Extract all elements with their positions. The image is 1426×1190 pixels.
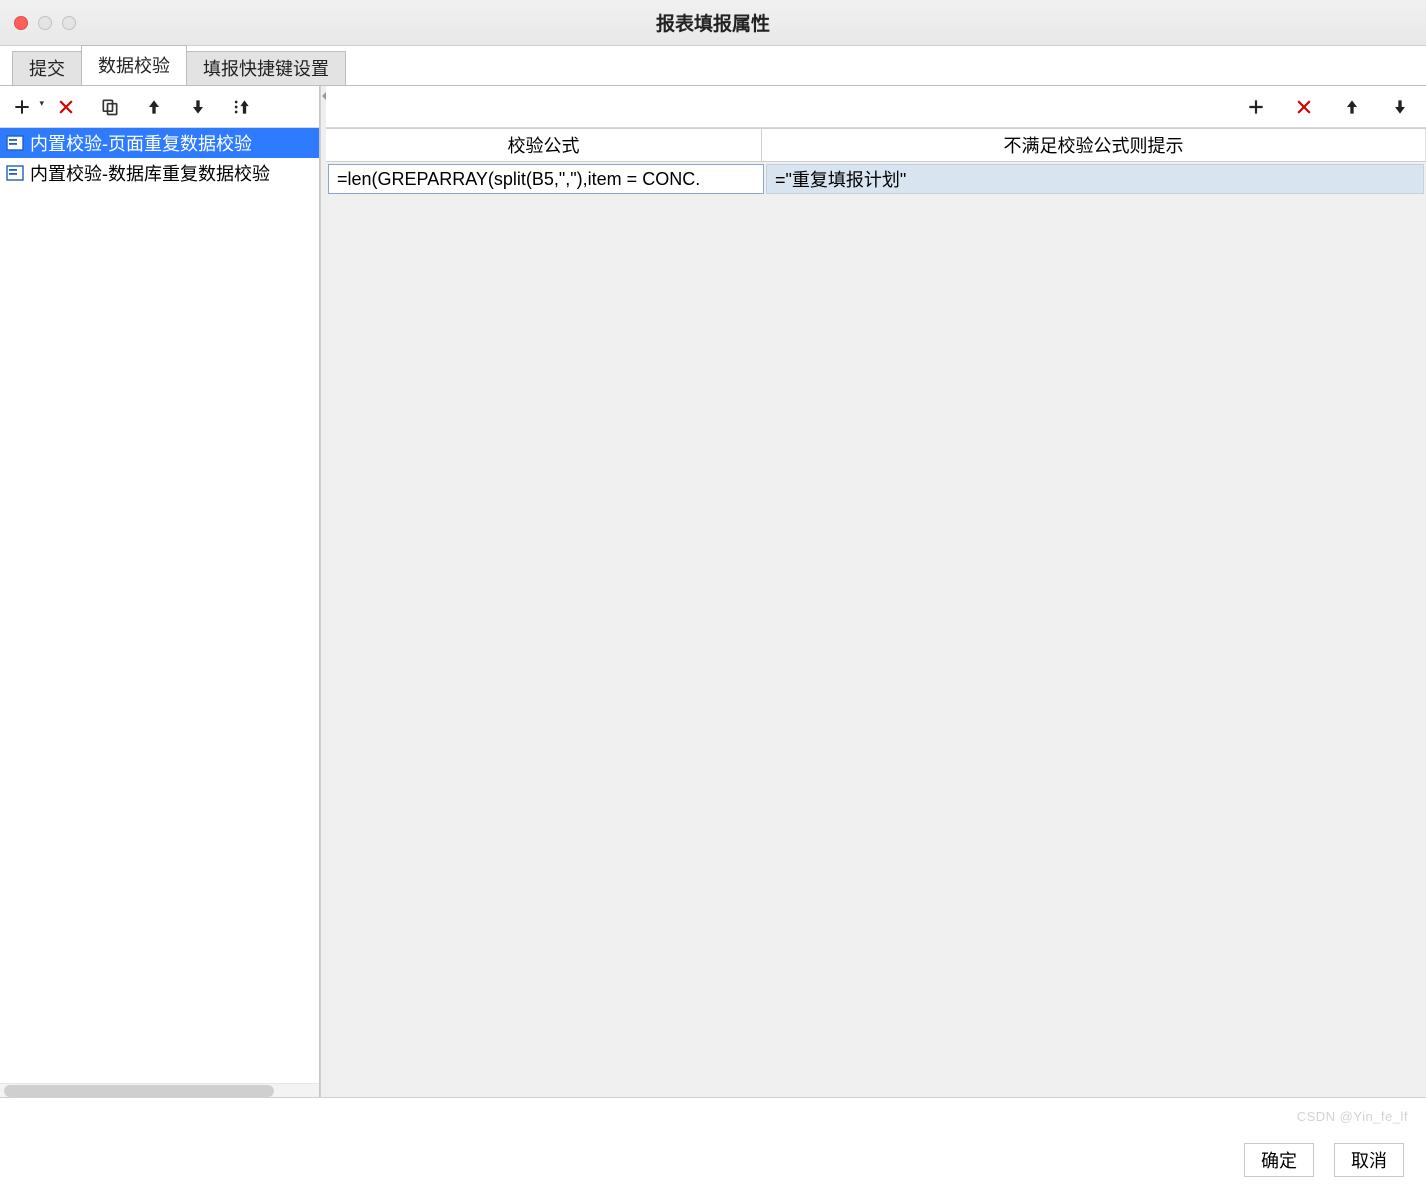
minimize-icon[interactable] xyxy=(38,16,52,30)
tab-bar: 提交 数据校验 填报快捷键设置 xyxy=(0,46,1426,86)
list-item[interactable]: 内置校验-数据库重复数据校验 xyxy=(0,158,319,188)
validation-list[interactable]: 内置校验-页面重复数据校验 内置校验-数据库重复数据校验 xyxy=(0,128,319,1083)
add-button[interactable]: ▾ xyxy=(10,95,34,119)
tab-label: 填报快捷键设置 xyxy=(203,55,329,81)
arrow-up-icon xyxy=(1342,97,1362,117)
delete-icon xyxy=(1294,97,1314,117)
tab-shortcut[interactable]: 填报快捷键设置 xyxy=(186,51,346,85)
tip-value: ="重复填报计划" xyxy=(775,166,906,192)
watermark: CSDN @Yin_fe_lf xyxy=(1297,1109,1408,1124)
cancel-button[interactable]: 取消 xyxy=(1334,1143,1404,1177)
delete-row-button[interactable] xyxy=(1292,95,1316,119)
close-icon[interactable] xyxy=(14,16,28,30)
formula-value: =len(GREPARRAY(split(B5,","),item = CONC… xyxy=(337,169,700,190)
move-up-button[interactable] xyxy=(142,95,166,119)
move-down-button[interactable] xyxy=(186,95,210,119)
add-icon xyxy=(12,97,32,117)
tab-label: 提交 xyxy=(29,55,65,81)
right-panel: 校验公式 不满足校验公式则提示 =len(GREPARRAY(split(B5,… xyxy=(326,86,1426,1097)
horizontal-scrollbar[interactable] xyxy=(0,1083,319,1097)
tab-label: 数据校验 xyxy=(98,52,170,78)
list-item-label: 内置校验-页面重复数据校验 xyxy=(30,130,252,156)
arrow-down-icon xyxy=(1390,97,1410,117)
validation-icon xyxy=(6,135,24,151)
tab-validation[interactable]: 数据校验 xyxy=(81,45,187,85)
validation-icon xyxy=(6,165,24,181)
maximize-icon[interactable] xyxy=(62,16,76,30)
row-move-up-button[interactable] xyxy=(1340,95,1364,119)
left-toolbar: ▾ xyxy=(0,86,319,128)
window-title: 报表填报属性 xyxy=(0,9,1426,36)
add-row-button[interactable] xyxy=(1244,95,1268,119)
list-item-label: 内置校验-数据库重复数据校验 xyxy=(30,160,270,186)
ok-button[interactable]: 确定 xyxy=(1244,1143,1314,1177)
arrow-down-icon xyxy=(188,97,208,117)
window-controls xyxy=(14,16,76,30)
scrollbar-thumb[interactable] xyxy=(4,1085,274,1097)
titlebar: 报表填报属性 xyxy=(0,0,1426,46)
plus-icon xyxy=(1246,97,1266,117)
sort-button[interactable] xyxy=(230,95,254,119)
column-header-tip[interactable]: 不满足校验公式则提示 xyxy=(762,129,1426,161)
splitter-handle[interactable] xyxy=(320,86,326,1097)
left-panel: ▾ 内置校验-页面重复数据校验 xyxy=(0,86,320,1097)
row-move-down-button[interactable] xyxy=(1388,95,1412,119)
sort-icon xyxy=(232,97,252,117)
cancel-label: 取消 xyxy=(1351,1147,1387,1173)
right-toolbar xyxy=(326,86,1426,128)
column-header-formula[interactable]: 校验公式 xyxy=(326,129,762,161)
main-area: ▾ 内置校验-页面重复数据校验 xyxy=(0,86,1426,1098)
tab-submit[interactable]: 提交 xyxy=(12,51,82,85)
chevron-down-icon: ▾ xyxy=(39,98,44,109)
formula-cell[interactable]: =len(GREPARRAY(split(B5,","),item = CONC… xyxy=(328,164,764,194)
list-item[interactable]: 内置校验-页面重复数据校验 xyxy=(0,128,319,158)
arrow-up-icon xyxy=(144,97,164,117)
dialog-footer: 确定 取消 xyxy=(0,1130,1426,1190)
grid-row: =len(GREPARRAY(split(B5,","),item = CONC… xyxy=(326,162,1426,196)
copy-icon xyxy=(100,97,120,117)
delete-button[interactable] xyxy=(54,95,78,119)
ok-label: 确定 xyxy=(1261,1147,1297,1173)
grid-header: 校验公式 不满足校验公式则提示 xyxy=(326,128,1426,162)
delete-icon xyxy=(56,97,76,117)
tip-cell[interactable]: ="重复填报计划" xyxy=(766,164,1424,194)
copy-button[interactable] xyxy=(98,95,122,119)
